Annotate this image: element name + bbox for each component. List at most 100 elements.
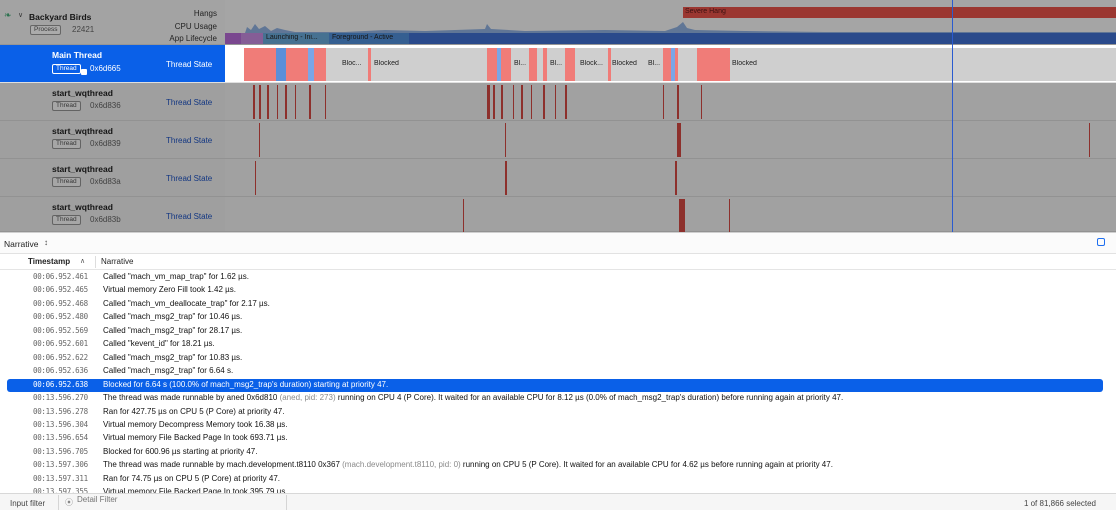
narrative-column-header[interactable]: Narrative: [101, 257, 133, 266]
narrative-cell: Called "mach_msg2_trap" for 10.83 µs.: [103, 353, 242, 362]
thread-state-label: Thread State: [166, 60, 213, 69]
running-segment[interactable]: [663, 48, 671, 81]
column-divider[interactable]: [95, 256, 96, 268]
blocked-label: Bloc...: [342, 60, 362, 67]
list-item[interactable]: 00:06.952.622 Called "mach_msg2_trap" for…: [7, 352, 1103, 365]
sidebar-toggle-icon[interactable]: [1097, 238, 1105, 246]
running-segment[interactable]: [314, 48, 326, 81]
hang-label: Severe Hang: [685, 8, 726, 15]
list-item[interactable]: 00:13.596.270 The thread was made runnabl…: [7, 392, 1103, 405]
narrative-cell: Called "kevent_id" for 18.21 µs.: [103, 339, 215, 348]
detail-filter-input[interactable]: [77, 495, 277, 504]
timestamp-column-header[interactable]: Timestamp: [28, 257, 70, 266]
narrative-text: Called "mach_msg2_trap" for 10.83 µs.: [103, 352, 243, 362]
thread-lane[interactable]: [225, 83, 1116, 121]
list-item[interactable]: 00:13.597.306 The thread was made runnabl…: [7, 459, 1103, 472]
view-selector[interactable]: Narrative: [4, 239, 38, 249]
list-item[interactable]: 00:06.952.601 Called "kevent_id" for 18.2…: [7, 338, 1103, 351]
column-header: Timestamp ∧ Narrative: [0, 254, 1116, 270]
timestamp-cell: 00:06.952.465: [33, 285, 88, 295]
narrative-cell: The thread was made runnable by aned 0x6…: [103, 393, 843, 402]
runnable-segment[interactable]: [276, 48, 286, 81]
narrative-cell: Called "mach_msg2_trap" for 10.46 µs.: [103, 312, 242, 321]
list-item[interactable]: 00:13.596.304 Virtual memory Decompress M…: [7, 419, 1103, 432]
narrative-cell: Blocked for 6.64 s (100.0% of mach_msg2_…: [103, 380, 388, 389]
thread-lane[interactable]: [225, 121, 1116, 159]
running-segment[interactable]: [543, 48, 547, 81]
main-thread-lane[interactable]: Bloc... Blocked Bl... Bl... Block... Blo…: [225, 45, 1116, 83]
process-lane[interactable]: Severe Hang Launching - Ini... Foregroun…: [225, 0, 1116, 45]
running-segment[interactable]: [286, 48, 308, 81]
timeline-tracks[interactable]: ❧ ∨ Backyard Birds Process 22421 Hangs C…: [0, 0, 1116, 232]
list-item[interactable]: 00:06.952.480 Called "mach_msg2_trap" for…: [7, 311, 1103, 324]
main-thread-row-label[interactable]: Main Thread Thread 0x6d665 Thread State: [0, 45, 225, 83]
narrative-text: Virtual memory Decompress Memory took 16…: [103, 419, 288, 429]
chevron-updown-icon[interactable]: ↕: [44, 238, 48, 247]
thread-row-label[interactable]: start_wqthread Thread 0x6d839 Thread Sta…: [0, 121, 225, 159]
list-item[interactable]: 00:06.952.468 Called "mach_vm_deallocate_…: [7, 298, 1103, 311]
running-mark: [309, 85, 311, 119]
playhead-line[interactable]: [952, 0, 953, 232]
lifecycle-foreground-segment[interactable]: Foreground - Active: [329, 33, 409, 44]
thread-name: start_wqthread: [52, 88, 113, 98]
running-mark: [505, 161, 507, 195]
narrative-list[interactable]: 00:06.952.461 Called "mach_vm_map_trap" f…: [0, 270, 1116, 493]
timestamp-cell: 00:13.596.278: [33, 406, 88, 416]
list-item[interactable]: 00:13.596.278 Ran for 427.75 µs on CPU 5 …: [7, 406, 1103, 419]
running-segment[interactable]: [487, 48, 497, 81]
running-segment[interactable]: [529, 48, 537, 81]
filter-icon: ⦿: [65, 498, 73, 507]
list-item[interactable]: 00:06.952.569 Called "mach_msg2_trap" for…: [7, 325, 1103, 338]
running-mark: [677, 123, 681, 157]
blocked-label: Blocked: [374, 60, 399, 67]
list-item[interactable]: 00:13.596.654 Virtual memory File Backed …: [7, 432, 1103, 445]
running-segment[interactable]: [697, 48, 730, 81]
list-item[interactable]: 00:13.596.705 Blocked for 600.96 µs start…: [7, 446, 1103, 459]
hang-bar[interactable]: Severe Hang: [683, 7, 1116, 18]
process-detail-text: (aned, pid: 273): [277, 393, 336, 403]
running-segment[interactable]: [501, 48, 511, 81]
list-item[interactable]: 00:06.952.636 Called "mach_msg2_trap" for…: [7, 365, 1103, 378]
narrative-cell: Called "mach_msg2_trap" for 6.64 s.: [103, 366, 233, 375]
input-filter-button[interactable]: Input filter: [10, 499, 45, 508]
running-segment[interactable]: [675, 48, 678, 81]
thread-row-label[interactable]: start_wqthread Thread 0x6d836 Thread Sta…: [0, 83, 225, 121]
running-mark: [253, 85, 255, 119]
process-pid: 22421: [72, 25, 95, 34]
running-mark: [255, 161, 256, 195]
running-mark: [493, 85, 495, 119]
bird-app-icon: ❧: [4, 10, 12, 20]
timestamp-cell: 00:13.596.270: [33, 393, 88, 403]
running-mark: [531, 85, 532, 119]
running-segment[interactable]: [244, 48, 276, 81]
timestamp-cell: 00:06.952.638: [33, 379, 88, 389]
narrative-text: Ran for 427.75 µs on CPU 5 (P Core) at p…: [103, 406, 285, 416]
timestamp-cell: 00:13.596.705: [33, 446, 88, 456]
thread-row-label[interactable]: start_wqthread Thread 0x6d83a Thread Sta…: [0, 159, 225, 197]
running-mark: [729, 199, 730, 232]
running-mark: [259, 85, 261, 119]
running-segment[interactable]: [368, 48, 371, 81]
running-segment[interactable]: [608, 48, 611, 81]
detail-filter-field[interactable]: ⦿: [63, 495, 290, 508]
thread-state-label: Thread State: [166, 98, 213, 107]
thread-row-label[interactable]: start_wqthread Thread 0x6d83b Thread Sta…: [0, 197, 225, 232]
thread-lane[interactable]: [225, 159, 1116, 197]
list-item-selected[interactable]: 00:06.952.638 Blocked for 6.64 s (100.0% …: [7, 378, 1103, 392]
thread-id: 0x6d839: [90, 139, 121, 148]
thread-lane[interactable]: [225, 197, 1116, 232]
running-mark: [463, 199, 464, 232]
lifecycle-launching-segment[interactable]: Launching - Ini...: [263, 33, 329, 44]
running-segment[interactable]: [565, 48, 575, 81]
narrative-text: Called "mach_vm_deallocate_trap" for 2.1…: [103, 298, 270, 308]
narrative-cell: Called "mach_msg2_trap" for 28.17 µs.: [103, 326, 242, 335]
list-item[interactable]: 00:06.952.461 Called "mach_vm_map_trap" f…: [7, 271, 1103, 284]
process-row-label[interactable]: ❧ ∨ Backyard Birds Process 22421 Hangs C…: [0, 0, 225, 45]
running-mark: [565, 85, 567, 119]
blocked-label: Bl...: [514, 60, 527, 67]
list-item[interactable]: 00:06.952.465 Virtual memory Zero Fill to…: [7, 284, 1103, 297]
disclosure-chevron-icon[interactable]: ∨: [18, 11, 23, 19]
sort-ascending-icon[interactable]: ∧: [80, 257, 85, 265]
list-item[interactable]: 00:13.597.311 Ran for 74.75 µs on CPU 5 (…: [7, 473, 1103, 486]
list-item[interactable]: 00:13.597.355 Virtual memory File Backed …: [7, 486, 1103, 493]
